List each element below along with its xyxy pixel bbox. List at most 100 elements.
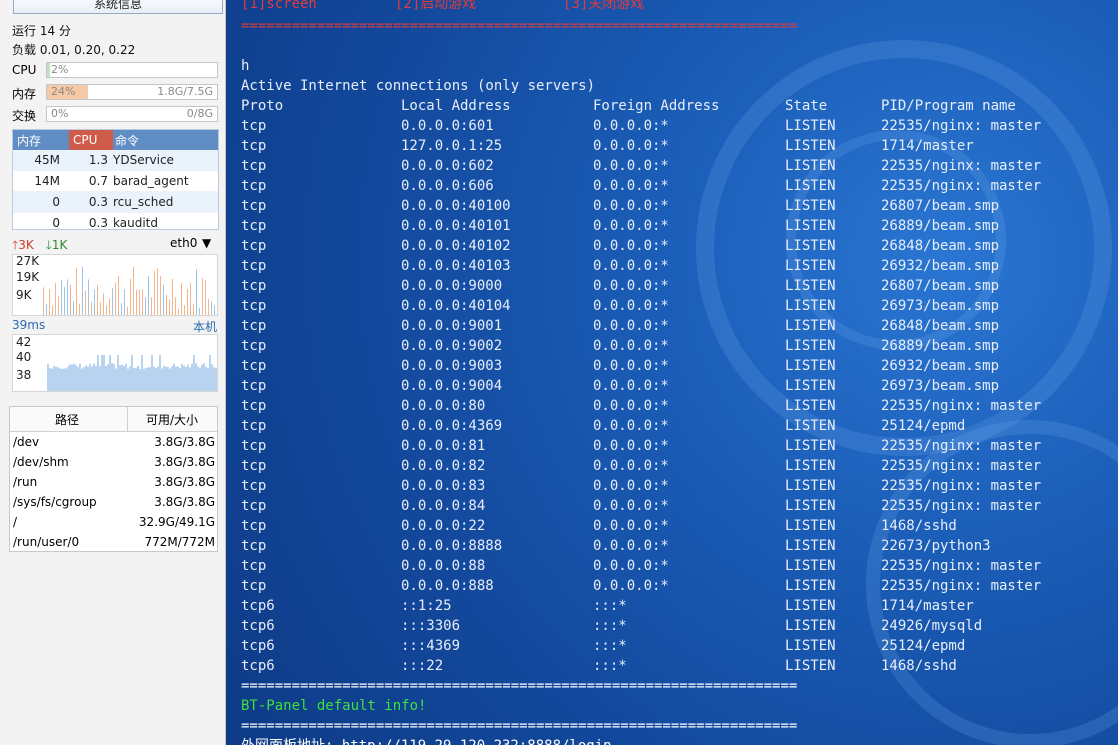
netstat-row-cell: 1714/master [881, 138, 974, 154]
process-row[interactable]: 45M 1.3 YDService [13, 150, 218, 171]
panel-url-line: 外网面板地址: http://119.29.120.232:8888/login [241, 736, 612, 745]
interface-select[interactable]: eth0 [170, 236, 197, 250]
network-bar [121, 303, 122, 315]
netstat-row-cell: tcp [241, 558, 267, 574]
latency-host[interactable]: 本机 [193, 318, 217, 335]
netstat-row-cell: 0.0.0.0:40103 [401, 258, 511, 274]
netstat-row-cell: 127.0.0.1:25 [401, 138, 503, 154]
netstat-row-cell: 0.0.0.0:83 [401, 478, 486, 494]
netstat-row-cell: 26889/beam.smp [881, 338, 1000, 354]
menu-option: [2]启动游戏 [395, 0, 477, 12]
netstat-row-cell: LISTEN [785, 178, 836, 194]
netstat-row-cell: :::* [593, 638, 627, 654]
netstat-row-cell: 0.0.0.0:4369 [401, 418, 503, 434]
netstat-row-cell: tcp [241, 278, 267, 294]
chevron-down-icon[interactable]: ▼ [202, 236, 211, 250]
download-rate: 1K [51, 238, 68, 252]
process-row[interactable]: 0 0.3 kauditd [13, 213, 218, 234]
latency-bar [119, 365, 121, 391]
network-bar [97, 284, 98, 315]
netstat-row-cell: 22535/nginx: master [881, 578, 1042, 594]
netstat-row-cell: :::* [593, 598, 627, 614]
latency-bar [193, 355, 195, 391]
netstat-row-cell: 22535/nginx: master [881, 458, 1042, 474]
netstat-row-cell: :::* [593, 618, 627, 634]
latency-bar [173, 363, 175, 391]
size-column-header[interactable]: 可用/大小 [146, 411, 198, 428]
network-bar [76, 267, 77, 315]
netstat-row-cell: 0.0.0.0:* [593, 458, 669, 474]
netstat-row-cell: 0.0.0.0:* [593, 338, 669, 354]
network-bar [208, 298, 209, 315]
network-bar [139, 289, 140, 315]
netstat-row-cell: 26932/beam.smp [881, 358, 1000, 374]
netstat-header-cell: Proto [241, 98, 284, 114]
network-bar [67, 279, 68, 315]
latency-bar [187, 364, 189, 391]
process-row[interactable]: 14M 0.7 barad_agent [13, 171, 218, 192]
mem-column-header[interactable]: 内存 [17, 132, 41, 149]
netstat-header-cell: State [785, 98, 828, 114]
latency-bar [127, 368, 129, 391]
disk-row[interactable]: /run 3.8G/3.8G [10, 472, 217, 492]
network-bar [73, 301, 74, 315]
network-bar [55, 283, 56, 315]
netstat-row-cell: tcp [241, 318, 267, 334]
system-info-button[interactable]: 系统信息 [13, 0, 223, 14]
netstat-row-cell: LISTEN [785, 498, 836, 514]
disk-row[interactable]: / 32.9G/49.1G [10, 512, 217, 532]
netstat-row-cell: 0.0.0.0:* [593, 198, 669, 214]
command-column-header[interactable]: 命令 [115, 132, 139, 149]
latency-bar [71, 364, 73, 391]
separator-line: ========================================… [241, 678, 798, 694]
latency-bar [201, 364, 203, 391]
menu-option: [1]screen [241, 0, 317, 12]
netstat-row-cell: 0.0.0.0:* [593, 378, 669, 394]
netstat-row-cell: tcp6 [241, 658, 275, 674]
netstat-row-cell: 0.0.0.0:* [593, 398, 669, 414]
latency-bar [117, 355, 119, 391]
netstat-row-cell: 0.0.0.0:* [593, 118, 669, 134]
netstat-row-cell: LISTEN [785, 398, 836, 414]
network-bar [115, 282, 116, 315]
netstat-row-cell: 0.0.0.0:40101 [401, 218, 511, 234]
netstat-header-cell: Local Address [401, 98, 511, 114]
disk-row[interactable]: /dev 3.8G/3.8G [10, 432, 217, 452]
network-bar [148, 276, 149, 315]
disk-size: 3.8G/3.8G [154, 455, 215, 469]
meter-percent: 0% [51, 107, 69, 120]
disk-row[interactable]: /run/user/0 772M/772M [10, 532, 217, 552]
netstat-row-cell: 0.0.0.0:80 [401, 398, 486, 414]
netstat-row-cell: 0.0.0.0:* [593, 158, 669, 174]
latency-bar [101, 355, 103, 391]
disk-path: /run [13, 475, 38, 489]
netstat-row-cell: :::3306 [401, 618, 461, 634]
network-bar [163, 284, 164, 315]
load-text: 负载 0.01, 0.20, 0.22 [12, 43, 136, 57]
latency-bar [85, 365, 87, 391]
latency-bar [75, 365, 77, 391]
latency-bar [213, 367, 215, 391]
netstat-row-cell: :::* [593, 658, 627, 674]
process-mem: 14M [34, 174, 60, 188]
netstat-row-cell: tcp [241, 498, 267, 514]
process-row[interactable]: 0 0.3 rcu_sched [13, 192, 218, 213]
disk-row[interactable]: /dev/shm 3.8G/3.8G [10, 452, 217, 472]
network-bar [145, 297, 146, 315]
disk-path: /dev [13, 435, 40, 449]
netstat-row-cell: LISTEN [785, 518, 836, 534]
latency-bar [141, 355, 143, 391]
cpu-column-header[interactable]: CPU [69, 130, 113, 150]
process-mem: 0 [52, 216, 60, 230]
netstat-row-cell: 26807/beam.smp [881, 198, 1000, 214]
meter-bar: 0% 0/8G [46, 106, 218, 122]
path-column-header[interactable]: 路径 [55, 411, 79, 428]
terminal-panel[interactable]: [1]screen [2]启动游戏 [3]关闭游戏 =================… [226, 0, 1118, 745]
netstat-row-cell: 0.0.0.0:* [593, 498, 669, 514]
disk-row[interactable]: /sys/fs/cgroup 3.8G/3.8G [10, 492, 217, 512]
netstat-row-cell: 0.0.0.0:* [593, 298, 669, 314]
process-cpu: 0.3 [88, 216, 108, 230]
network-bar [127, 306, 128, 315]
network-bar [112, 288, 113, 315]
network-bar [151, 297, 152, 315]
